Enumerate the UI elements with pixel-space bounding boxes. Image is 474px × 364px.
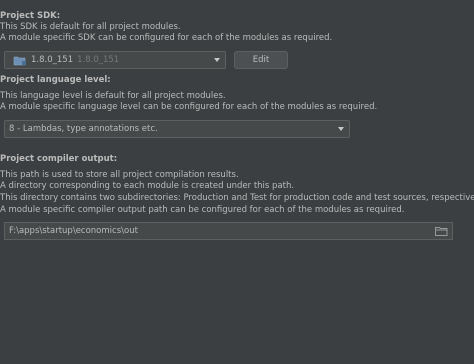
- compiler-output-desc-3: This directory contains two subdirectori…: [0, 193, 474, 203]
- project-sdk-desc-2: A module specific SDK can be configured …: [0, 33, 333, 43]
- sdk-version: 1.8.0_151: [77, 55, 120, 65]
- language-level-desc-2: A module specific language level can be …: [0, 102, 378, 112]
- folder-icon: [13, 55, 27, 66]
- language-level-selected: 8 - Lambdas, type annotations etc.: [9, 124, 158, 134]
- language-level-title: Project language level:: [0, 75, 111, 85]
- compiler-output-desc-4: A module specific compiler output path c…: [0, 205, 405, 215]
- compiler-output-desc-2: A directory corresponding to each module…: [0, 181, 295, 191]
- compiler-output-title: Project compiler output:: [0, 154, 118, 164]
- language-level-desc-1: This language level is default for all p…: [0, 91, 226, 101]
- browse-folder-icon[interactable]: [435, 226, 448, 236]
- edit-sdk-button[interactable]: Edit: [234, 51, 288, 69]
- sdk-name: 1.8.0_151: [31, 55, 74, 65]
- compiler-output-path-field[interactable]: F:\apps\startup\economics\out: [4, 222, 453, 240]
- compiler-output-path: F:\apps\startup\economics\out: [9, 226, 138, 236]
- chevron-down-icon[interactable]: [338, 127, 344, 131]
- project-sdk-combobox[interactable]: 1.8.0_151 1.8.0_151: [4, 51, 226, 69]
- project-sdk-desc-1: This SDK is default for all project modu…: [0, 22, 181, 32]
- chevron-down-icon[interactable]: [214, 58, 220, 62]
- project-sdk-title: Project SDK:: [0, 11, 61, 21]
- compiler-output-desc-1: This path is used to store all project c…: [0, 170, 239, 180]
- language-level-combobox[interactable]: 8 - Lambdas, type annotations etc.: [4, 120, 350, 138]
- project-settings-panel: Project SDK: This SDK is default for all…: [0, 0, 474, 364]
